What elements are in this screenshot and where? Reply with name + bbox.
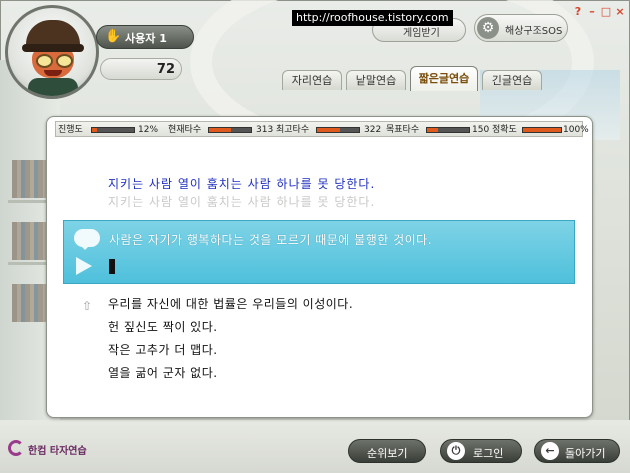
login-button[interactable]: ⏻ 로그인 xyxy=(440,439,522,463)
stat-label: 최고타수 xyxy=(276,125,310,135)
upcoming-sentence: 우리를 자신에 대한 법률은 우리들의 이성이다. xyxy=(108,297,354,311)
upcoming-sentence: 작은 고추가 더 맵다. xyxy=(108,343,218,357)
stat-meter-fill xyxy=(92,128,98,132)
current-sentence-band: 사람은 자기가 행복하다는 것을 모르기 때문에 불행한 것이다. xyxy=(63,220,575,284)
minimize-icon[interactable]: – xyxy=(586,6,598,18)
tab-position-practice[interactable]: 자리연습 xyxy=(282,70,342,90)
background-shelf xyxy=(8,200,48,203)
app-window: ✋ 사용자 1 72 게임받기 http://roofhouse.tistory… xyxy=(0,0,630,473)
power-icon: ⏻ xyxy=(447,442,465,460)
stat-meter xyxy=(522,127,562,133)
tab-word-practice[interactable]: 낱말연습 xyxy=(346,70,406,90)
maximize-icon[interactable]: □ xyxy=(600,6,612,18)
tab-short-text-practice[interactable]: 짧은글연습 xyxy=(410,66,478,91)
stat-meter xyxy=(91,127,135,133)
ranking-label: 순위보기 xyxy=(367,447,408,460)
stat-value: 12% xyxy=(138,125,159,135)
stat-meter-fill xyxy=(427,128,438,132)
stat-value: 322 xyxy=(364,125,382,135)
back-label: 돌아가기 xyxy=(565,447,606,460)
avatar-eye-left xyxy=(36,54,53,68)
upcoming-sentence: 헌 짚신도 짝이 있다. xyxy=(108,320,218,334)
stat-label: 현재타수 xyxy=(168,125,202,135)
user-badge[interactable]: ✋ 사용자 1 xyxy=(96,25,194,49)
close-icon[interactable]: × xyxy=(614,6,626,18)
stat-meter xyxy=(316,127,360,133)
stats-bar: 진행도 12% 현재타수 313 최고타수 322 목표타수 150 정확도 1… xyxy=(55,121,589,137)
game-download-label: 게임받기 xyxy=(403,28,440,39)
stat-value: 313 xyxy=(256,125,274,135)
stat-target-speed: 목표타수 150 xyxy=(386,123,490,137)
arrow-up-icon: ⇧ xyxy=(82,299,93,313)
tab-long-text-practice[interactable]: 긴글연습 xyxy=(482,70,542,90)
typing-panel: 진행도 12% 현재타수 313 최고타수 322 목표타수 150 정확도 1… xyxy=(46,116,593,418)
current-sentence: 사람은 자기가 행복하다는 것을 모르기 때문에 불행한 것이다. xyxy=(109,233,433,247)
stat-meter xyxy=(426,127,470,133)
back-button[interactable]: ← 돌아가기 xyxy=(534,439,620,463)
stat-label: 진행도 xyxy=(58,125,83,135)
avatar-hat-band xyxy=(22,44,84,52)
watermark-url: http://roofhouse.tistory.com xyxy=(292,10,453,26)
background-bookshelf xyxy=(12,222,46,260)
avatar-eye-right xyxy=(56,54,73,68)
upcoming-sentence: 열을 굶어 군자 없다. xyxy=(108,366,218,380)
stat-meter-fill xyxy=(209,128,231,132)
stat-meter-fill xyxy=(317,128,340,132)
background-bookshelf xyxy=(12,284,46,322)
stat-best-speed: 최고타수 322 xyxy=(276,123,384,137)
ranking-button[interactable]: 순위보기 xyxy=(348,439,426,463)
speech-bubble-icon xyxy=(74,229,100,250)
stat-label: 목표타수 xyxy=(386,125,420,135)
stat-label: 정확도 xyxy=(492,125,517,135)
hand-icon: ✋ xyxy=(105,29,122,44)
login-label: 로그인 xyxy=(473,447,504,460)
back-arrow-icon: ← xyxy=(541,442,559,460)
user-score: 72 xyxy=(156,62,175,77)
logo-text: 한컴 타자연습 xyxy=(28,446,87,457)
stat-progress: 진행도 12% xyxy=(58,123,166,137)
stat-value: 150 xyxy=(472,125,490,135)
help-icon[interactable]: ? xyxy=(572,6,584,18)
background-bookshelf xyxy=(12,160,46,198)
stat-meter xyxy=(208,127,252,133)
stat-current-speed: 현재타수 313 xyxy=(168,123,274,137)
stat-value: 100% xyxy=(563,125,589,135)
arrow-right-icon xyxy=(76,257,92,275)
sos-game-button[interactable]: ⚙ 해상구조SOS xyxy=(474,14,568,42)
gear-icon: ⚙ xyxy=(477,17,499,39)
previous-sentence: 지키는 사람 열이 훔치는 사람 하나를 못 당한다. xyxy=(108,177,376,191)
previous-sentence-ghost: 지키는 사람 열이 훔치는 사람 하나를 못 당한다. xyxy=(108,195,376,209)
sos-game-label: 해상구조SOS xyxy=(505,26,563,37)
background-shelf xyxy=(8,262,48,265)
stat-meter-fill xyxy=(523,128,561,132)
avatar-body xyxy=(28,78,78,96)
score-box: 72 xyxy=(100,58,182,80)
avatar[interactable] xyxy=(5,5,99,99)
logo-icon xyxy=(8,440,24,456)
user-name: 사용자 1 xyxy=(125,32,167,45)
typing-input[interactable] xyxy=(109,257,573,277)
stat-accuracy: 정확도 100% xyxy=(492,123,589,137)
